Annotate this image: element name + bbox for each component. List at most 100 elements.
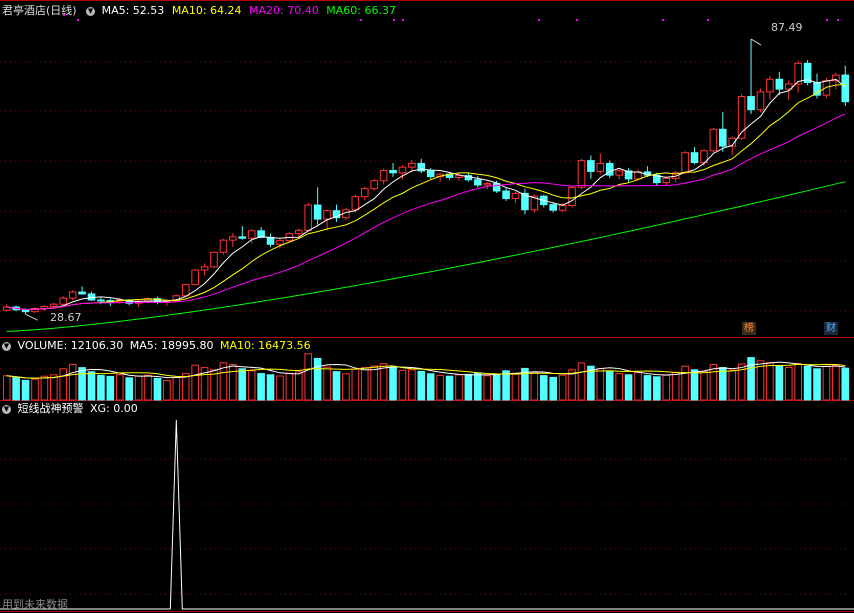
indicator-name[interactable]: 短线战神预警: [18, 402, 84, 415]
candle-body: [276, 240, 284, 245]
candle-body: [370, 180, 378, 190]
candle-body: [351, 196, 360, 211]
volume-bar: [813, 368, 821, 401]
signal-marker: [77, 19, 79, 21]
volume-bar: [238, 368, 247, 401]
candle-body: [483, 183, 492, 186]
volume-bar: [832, 364, 840, 401]
candle-body: [304, 204, 313, 231]
stock-name[interactable]: 君亭酒店(日线): [2, 4, 77, 17]
candle-body: [577, 160, 586, 188]
volume-bar: [59, 368, 68, 401]
volume-bar: [304, 353, 313, 401]
volume-bar: [78, 367, 86, 401]
low-price-label: 28.67: [50, 311, 82, 324]
volume-bar: [229, 364, 237, 401]
volume-bar: [643, 375, 652, 401]
candle-body: [549, 204, 557, 211]
volume-bar: [445, 375, 454, 401]
volume-ma5: MA5: 18995.80: [129, 339, 214, 352]
high-price-pointer: [750, 38, 762, 46]
signal-marker: [826, 19, 828, 21]
volume-bar: [700, 370, 708, 401]
volume-bar: [794, 363, 802, 401]
candle-body: [295, 229, 303, 235]
volume-bar: [106, 375, 115, 401]
volume-bar: [549, 376, 557, 401]
volume-bar: [125, 377, 133, 401]
candle-body: [615, 170, 623, 176]
volume-bar: [719, 367, 727, 401]
volume-bar: [276, 375, 284, 401]
volume-bar: [539, 375, 548, 401]
volume-bar: [596, 368, 605, 401]
volume-panel-header: ▼ VOLUME: 12106.30 MA5: 18995.80 MA10: 1…: [0, 339, 311, 353]
signal-marker: [576, 19, 578, 21]
volume-bar: [257, 373, 265, 401]
ma10-line: [6, 83, 846, 311]
volume-bar: [285, 372, 294, 401]
volume-bar: [436, 374, 444, 401]
ma10-value: MA10: 64.24: [171, 4, 242, 17]
candle-body: [97, 299, 105, 302]
volume-bar: [728, 369, 737, 401]
candle-body: [662, 177, 671, 184]
volume-bar: [822, 365, 831, 401]
bang-tag[interactable]: 榜: [742, 322, 756, 335]
ma5-line: [6, 78, 846, 311]
candle-body: [360, 188, 369, 198]
candle-body: [492, 183, 501, 192]
cai-tag[interactable]: 财: [824, 322, 838, 335]
volume-bar: [624, 374, 633, 401]
volume-bar: [474, 372, 482, 401]
volume-bar: [332, 371, 341, 401]
volume-bar: [775, 365, 784, 401]
candle-body: [709, 128, 718, 152]
ma60-line: [6, 181, 846, 332]
chevron-down-icon[interactable]: ▼: [2, 404, 11, 414]
candle-body: [408, 162, 416, 168]
candle-body: [200, 266, 209, 271]
volume-ma10: MA10: 16473.56: [219, 339, 311, 352]
volume-bar: [681, 365, 689, 401]
stock-chart[interactable]: [0, 0, 854, 613]
chevron-down-icon[interactable]: ▼: [2, 341, 11, 351]
volume-bar: [615, 373, 623, 401]
volume-bar: [351, 368, 360, 401]
candle-body: [587, 160, 595, 172]
volume-bar: [530, 371, 539, 401]
candle-body: [775, 78, 784, 90]
volume-bar: [172, 376, 181, 401]
candle-body: [181, 284, 190, 297]
signal-marker: [402, 19, 404, 21]
candle-body: [558, 205, 567, 211]
volume-bar: [360, 367, 369, 401]
volume-bar: [97, 374, 105, 401]
volume-bar: [389, 367, 397, 401]
ma20-value: MA20: 70.40: [249, 4, 319, 17]
volume-bar: [417, 370, 426, 401]
candle-body: [719, 128, 727, 147]
candle-body: [766, 78, 774, 93]
volume-bar: [803, 365, 812, 401]
volume-bar: [134, 375, 143, 401]
chevron-down-icon[interactable]: ▼: [86, 6, 96, 16]
volume-bar: [163, 380, 171, 401]
volume-bar: [191, 364, 199, 401]
volume-bar: [247, 370, 256, 401]
signal-marker: [360, 19, 362, 21]
volume-bar: [144, 374, 152, 401]
candle-body: [229, 236, 237, 241]
volume-bar: [747, 357, 755, 401]
candle-body: [474, 179, 482, 186]
candle-body: [690, 152, 699, 164]
candle-body: [78, 291, 86, 295]
volume-bar: [68, 363, 77, 401]
volume-bar: [690, 369, 699, 401]
volume-bar: [841, 367, 850, 401]
volume-bar: [379, 363, 388, 401]
candle-body: [247, 230, 256, 239]
volume-bar: [662, 374, 671, 401]
volume-bar: [784, 366, 793, 401]
volume-bar: [266, 374, 275, 401]
